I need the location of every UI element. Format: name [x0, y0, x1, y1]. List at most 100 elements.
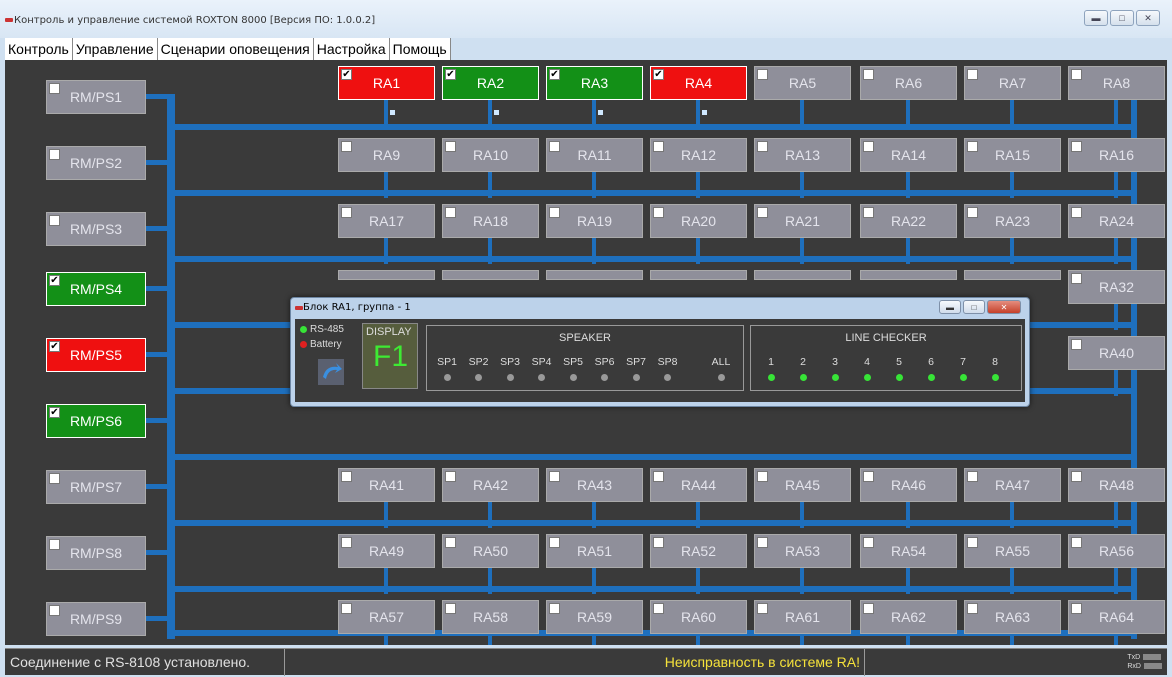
- ra-checkbox-ra9[interactable]: [341, 141, 352, 152]
- ra-checkbox-ra32[interactable]: [1071, 273, 1082, 284]
- ra-checkbox-ra47[interactable]: [967, 471, 978, 482]
- rm-checkbox-8[interactable]: [49, 539, 60, 550]
- ra-unit-ra40[interactable]: RA40: [1068, 336, 1165, 370]
- ra-checkbox-ra53[interactable]: [757, 537, 768, 548]
- tab-control[interactable]: Контроль: [5, 38, 73, 60]
- ra-unit-ra63[interactable]: RA63: [964, 600, 1061, 634]
- ra-checkbox-ra63[interactable]: [967, 603, 978, 614]
- ra-checkbox-ra49[interactable]: [341, 537, 352, 548]
- ra-checkbox-ra3[interactable]: ✔: [549, 69, 560, 80]
- ra-checkbox-ra59[interactable]: [549, 603, 560, 614]
- ra-unit-ra55[interactable]: RA55: [964, 534, 1061, 568]
- ra-checkbox-ra7[interactable]: [967, 69, 978, 80]
- ra-unit-ra2[interactable]: ✔ RA2: [442, 66, 539, 100]
- ra-unit-ra32[interactable]: RA32: [1068, 270, 1165, 304]
- ra-unit-ra50[interactable]: RA50: [442, 534, 539, 568]
- dialog-close-button[interactable]: ✕: [987, 300, 1021, 314]
- ra-unit-ra6[interactable]: RA6: [860, 66, 957, 100]
- ra-checkbox-ra17[interactable]: [341, 207, 352, 218]
- ra-unit-ra24[interactable]: RA24: [1068, 204, 1165, 238]
- ra-unit-ra47[interactable]: RA47: [964, 468, 1061, 502]
- rm-unit-3[interactable]: RM/PS3: [46, 212, 146, 246]
- ra-checkbox-ra64[interactable]: [1071, 603, 1082, 614]
- rm-unit-5[interactable]: ✔ RM/PS5: [46, 338, 146, 372]
- ra-checkbox-ra51[interactable]: [549, 537, 560, 548]
- dialog-minimize-button[interactable]: ▬: [939, 300, 961, 314]
- ra-checkbox-ra15[interactable]: [967, 141, 978, 152]
- rm-unit-7[interactable]: RM/PS7: [46, 470, 146, 504]
- dialog-maximize-button[interactable]: □: [963, 300, 985, 314]
- ra-checkbox-ra40[interactable]: [1071, 339, 1082, 350]
- ra-unit-ra1[interactable]: ✔ RA1: [338, 66, 435, 100]
- ra-checkbox-ra12[interactable]: [653, 141, 664, 152]
- rm-checkbox-2[interactable]: [49, 149, 60, 160]
- ra-unit-ra23[interactable]: RA23: [964, 204, 1061, 238]
- ra-checkbox-ra56[interactable]: [1071, 537, 1082, 548]
- ra-checkbox-ra43[interactable]: [549, 471, 560, 482]
- ra-unit-ra41[interactable]: RA41: [338, 468, 435, 502]
- tab-help[interactable]: Помощь: [390, 38, 451, 60]
- ra-unit-ra61[interactable]: RA61: [754, 600, 851, 634]
- ra-unit-ra12[interactable]: RA12: [650, 138, 747, 172]
- ra-unit-ra57[interactable]: RA57: [338, 600, 435, 634]
- rm-unit-2[interactable]: RM/PS2: [46, 146, 146, 180]
- ra-checkbox-ra5[interactable]: [757, 69, 768, 80]
- ra-checkbox-ra24[interactable]: [1071, 207, 1082, 218]
- ra-checkbox-ra42[interactable]: [445, 471, 456, 482]
- ra-checkbox-ra2[interactable]: ✔: [445, 69, 456, 80]
- ra-unit-ra53[interactable]: RA53: [754, 534, 851, 568]
- ra-unit-ra3[interactable]: ✔ RA3: [546, 66, 643, 100]
- ra-checkbox-ra16[interactable]: [1071, 141, 1082, 152]
- refresh-icon[interactable]: [318, 359, 344, 385]
- ra-checkbox-ra23[interactable]: [967, 207, 978, 218]
- ra-unit-ra14[interactable]: RA14: [860, 138, 957, 172]
- ra-unit-ra8[interactable]: RA8: [1068, 66, 1165, 100]
- ra-unit-ra51[interactable]: RA51: [546, 534, 643, 568]
- ra-checkbox-ra41[interactable]: [341, 471, 352, 482]
- minimize-button[interactable]: ▬: [1084, 10, 1108, 26]
- ra-checkbox-ra58[interactable]: [445, 603, 456, 614]
- ra-checkbox-ra46[interactable]: [863, 471, 874, 482]
- ra-checkbox-ra45[interactable]: [757, 471, 768, 482]
- ra-unit-ra59[interactable]: RA59: [546, 600, 643, 634]
- ra-checkbox-ra62[interactable]: [863, 603, 874, 614]
- ra-checkbox-ra11[interactable]: [549, 141, 560, 152]
- ra-checkbox-ra48[interactable]: [1071, 471, 1082, 482]
- ra-checkbox-ra20[interactable]: [653, 207, 664, 218]
- ra-unit-ra54[interactable]: RA54: [860, 534, 957, 568]
- ra-unit-ra16[interactable]: RA16: [1068, 138, 1165, 172]
- ra-unit-ra52[interactable]: RA52: [650, 534, 747, 568]
- rm-unit-9[interactable]: RM/PS9: [46, 602, 146, 636]
- ra-unit-ra42[interactable]: RA42: [442, 468, 539, 502]
- ra-checkbox-ra22[interactable]: [863, 207, 874, 218]
- ra-unit-ra49[interactable]: RA49: [338, 534, 435, 568]
- ra-unit-ra15[interactable]: RA15: [964, 138, 1061, 172]
- ra-unit-ra48[interactable]: RA48: [1068, 468, 1165, 502]
- maximize-button[interactable]: □: [1110, 10, 1134, 26]
- ra-unit-ra11[interactable]: RA11: [546, 138, 643, 172]
- ra-checkbox-ra21[interactable]: [757, 207, 768, 218]
- ra-unit-ra56[interactable]: RA56: [1068, 534, 1165, 568]
- ra-checkbox-ra14[interactable]: [863, 141, 874, 152]
- ra-checkbox-ra18[interactable]: [445, 207, 456, 218]
- ra-checkbox-ra6[interactable]: [863, 69, 874, 80]
- tab-management[interactable]: Управление: [73, 38, 158, 60]
- rm-checkbox-5[interactable]: ✔: [49, 341, 60, 352]
- ra-unit-ra60[interactable]: RA60: [650, 600, 747, 634]
- ra-unit-ra20[interactable]: RA20: [650, 204, 747, 238]
- tab-settings[interactable]: Настройка: [314, 38, 390, 60]
- ra-unit-ra19[interactable]: RA19: [546, 204, 643, 238]
- ra-unit-ra9[interactable]: RA9: [338, 138, 435, 172]
- ra-unit-ra58[interactable]: RA58: [442, 600, 539, 634]
- ra-unit-ra22[interactable]: RA22: [860, 204, 957, 238]
- ra-checkbox-ra13[interactable]: [757, 141, 768, 152]
- rm-unit-4[interactable]: ✔ RM/PS4: [46, 272, 146, 306]
- ra-unit-ra10[interactable]: RA10: [442, 138, 539, 172]
- rm-unit-8[interactable]: RM/PS8: [46, 536, 146, 570]
- ra-checkbox-ra44[interactable]: [653, 471, 664, 482]
- rm-checkbox-1[interactable]: [49, 83, 60, 94]
- ra-checkbox-ra60[interactable]: [653, 603, 664, 614]
- ra-unit-ra64[interactable]: RA64: [1068, 600, 1165, 634]
- ra-unit-ra7[interactable]: RA7: [964, 66, 1061, 100]
- ra-unit-ra62[interactable]: RA62: [860, 600, 957, 634]
